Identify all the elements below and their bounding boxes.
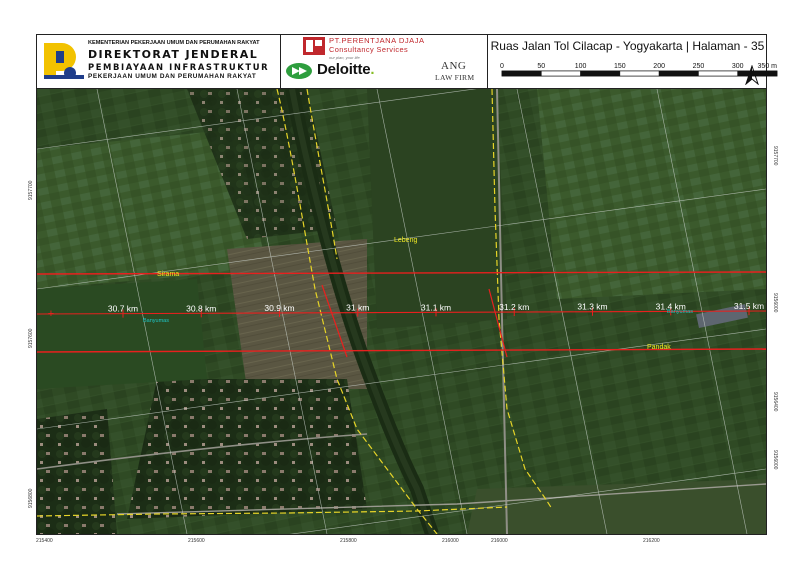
scale-tick-label: 0 bbox=[500, 63, 504, 70]
perentjana-djaja-sub: Consultancy Services bbox=[329, 45, 409, 54]
scale-tick-label: 200 bbox=[653, 63, 665, 70]
directorate-footer: PEKERJAAN UMUM DAN PERUMAHAN RAKYAT bbox=[88, 73, 257, 80]
deloitte-logo: Deloitte. bbox=[317, 61, 375, 78]
scale-bar: 0 50 100 150 200 250 300 350 m bbox=[500, 63, 778, 77]
grid-label-left-1: 9157700 bbox=[28, 180, 34, 200]
chainage-label: 30.9 km bbox=[264, 303, 294, 313]
grid-label-bottom-3: 215800 bbox=[340, 538, 357, 544]
grid-label-right-1: 9157700 bbox=[772, 146, 778, 166]
scale-tick-label: 300 bbox=[732, 63, 744, 70]
grid-label-left-2: 9157600 bbox=[28, 328, 34, 348]
pupr-logo-icon bbox=[40, 39, 84, 83]
ang-logo-text: ANG bbox=[441, 60, 467, 72]
chainage-label: 30.8 km bbox=[186, 303, 216, 313]
green-arrow-logo-icon bbox=[286, 63, 312, 79]
chainage-label: 31.1 km bbox=[421, 302, 451, 312]
grid-label-bottom-6: 216200 bbox=[643, 538, 660, 544]
scale-segment bbox=[580, 70, 621, 77]
place-label-pandak: Pandak bbox=[647, 344, 671, 351]
grid-label-bottom-4: 216000 bbox=[442, 538, 459, 544]
ministry-name: KEMENTERIAN PEKERJAAN UMUM DAN PERUMAHAN… bbox=[88, 40, 260, 46]
perentjana-djaja-name: PT.PERENTJANA DJAJA bbox=[329, 36, 425, 45]
perentjana-djaja-tagline: our plan, your life bbox=[329, 55, 360, 60]
scale-tick-label: 250 bbox=[693, 63, 705, 70]
place-label-sirama: Sirama bbox=[157, 271, 179, 278]
scale-segment bbox=[658, 70, 699, 77]
chainage-label: 31 km bbox=[346, 303, 369, 313]
chainage-label: 30.7 km bbox=[108, 304, 138, 314]
admin-label-banyumas-left: Banyumas bbox=[143, 318, 169, 324]
place-label-lebeng: Lebeng bbox=[394, 237, 417, 244]
directorate-title: DIREKTORAT JENDERAL bbox=[88, 48, 259, 61]
directorate-subtitle: PEMBIAYAAN INFRASTRUKTUR bbox=[88, 62, 270, 72]
scale-tick-label: 100 bbox=[575, 63, 587, 70]
map-title: Ruas Jalan Tol Cilacap - Yogyakarta | Ha… bbox=[490, 39, 765, 53]
perentjana-djaja-text: PT.PERENTJANA DJAJA Consultancy Services bbox=[329, 36, 425, 54]
grid-label-bottom-1: 215400 bbox=[36, 538, 53, 544]
field-block-center bbox=[367, 89, 507, 329]
deloitte-dot: . bbox=[370, 61, 375, 78]
map-header: KEMENTERIAN PEKERJAAN UMUM DAN PERUMAHAN… bbox=[36, 34, 778, 89]
scale-segment bbox=[501, 70, 542, 77]
grid-label-bottom-5: 216000 bbox=[491, 538, 508, 544]
scale-tick-label: 150 bbox=[614, 63, 626, 70]
grid-label-left-3: 9156800 bbox=[28, 488, 34, 508]
scale-segment bbox=[619, 70, 660, 77]
north-arrow-icon bbox=[745, 65, 759, 85]
chainage-label: 31.5 km bbox=[734, 301, 764, 311]
chainage-label: 31.3 km bbox=[577, 302, 607, 312]
scale-tick-label: 350 m bbox=[758, 63, 778, 70]
grid-label-right-3: 9156400 bbox=[772, 392, 778, 412]
title-block: Ruas Jalan Tol Cilacap - Yogyakarta | Ha… bbox=[488, 34, 778, 88]
corridor-start-cross-icon: + bbox=[48, 308, 54, 320]
deloitte-wordmark: Deloitte bbox=[317, 61, 371, 78]
perentjana-djaja-logo-icon bbox=[303, 37, 325, 55]
grid-label-right-2: 9156000 bbox=[772, 293, 778, 313]
grid-label-right-4: 9156000 bbox=[772, 450, 778, 470]
grid-label-bottom-2: 215600 bbox=[188, 538, 205, 544]
green-field-west bbox=[37, 279, 207, 389]
map-canvas: 30.7 km 30.8 km 30.9 km 31 km 31.1 km 31.2 km… bbox=[37, 89, 766, 534]
chainage-label: 31.2 km bbox=[499, 302, 529, 312]
scale-segment bbox=[698, 70, 739, 77]
satellite-map[interactable]: 30.7 km 30.8 km 30.9 km 31 km 31.1 km 31.2 km… bbox=[37, 89, 766, 534]
ministry-text: KEMENTERIAN PEKERJAAN UMUM DAN PERUMAHAN… bbox=[88, 40, 278, 80]
admin-label-banyumas-right: Banyumas bbox=[667, 309, 693, 315]
scale-tick-label: 50 bbox=[537, 63, 545, 70]
ministry-block: KEMENTERIAN PEKERJAAN UMUM DAN PERUMAHAN… bbox=[36, 34, 281, 88]
scale-segment bbox=[540, 70, 581, 77]
ang-law-firm-text: LAW FIRM bbox=[435, 73, 475, 82]
partners-block: PT.PERENTJANA DJAJA Consultancy Services… bbox=[281, 34, 488, 88]
